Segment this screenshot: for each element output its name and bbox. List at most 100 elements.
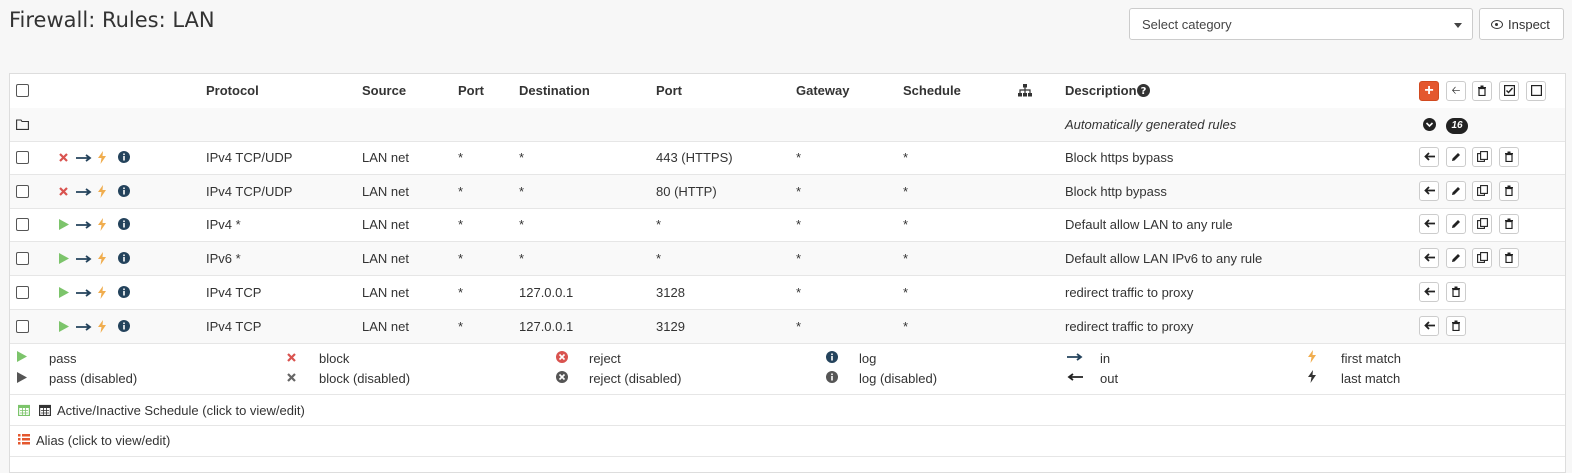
page-header: Firewall: Rules: LAN Select category Ins… <box>0 0 1572 58</box>
cell-source: LAN net <box>362 318 409 334</box>
cell-port: * <box>458 150 464 165</box>
arrow-left-icon <box>1423 320 1435 330</box>
log-info-icon[interactable] <box>118 319 130 332</box>
cell-dest-port: * <box>656 217 662 233</box>
table-row[interactable]: IPv4 TCP LAN net * 127.0.0.1 3129 * * redirect … <box>10 309 1565 344</box>
move-rule-button[interactable] <box>1419 147 1439 167</box>
edit-rule-button[interactable] <box>1446 214 1466 235</box>
chevron-down-icon <box>1454 23 1462 28</box>
log-info-icon[interactable] <box>118 285 130 298</box>
delete-rule-button[interactable] <box>1499 248 1519 269</box>
row-checkbox[interactable] <box>16 285 29 299</box>
legend-last-match: last match <box>1341 371 1401 386</box>
legend-out: out <box>1100 371 1119 386</box>
direction-in-icon <box>76 154 92 162</box>
info-circle-disabled-icon <box>826 371 838 383</box>
cell-destination: * <box>519 150 525 165</box>
legend-log: log <box>859 351 877 366</box>
cell-source: LAN net <box>362 284 409 300</box>
enable-selected-button[interactable] <box>1499 81 1519 101</box>
arrow-left-icon <box>1067 373 1083 381</box>
pass-icon[interactable] <box>59 286 69 298</box>
page-title: Firewall: Rules: LAN <box>9 8 215 32</box>
pass-icon[interactable] <box>59 320 69 332</box>
edit-rule-button[interactable] <box>1446 147 1466 167</box>
delete-rule-button[interactable] <box>1446 281 1466 302</box>
schedule-legend: Active/Inactive Schedule (click to view/… <box>10 395 1565 425</box>
pencil-icon <box>1452 186 1460 195</box>
inspect-button[interactable]: Inspect <box>1479 8 1564 40</box>
question-circle-icon[interactable]: ? <box>1137 84 1150 97</box>
move-rule-button[interactable] <box>1419 214 1439 235</box>
table-row[interactable]: IPv4 TCP LAN net * 127.0.0.1 3128 * * redirect … <box>10 276 1565 310</box>
edit-rule-button[interactable] <box>1446 180 1466 201</box>
block-icon[interactable] <box>59 186 68 196</box>
copy-icon <box>1476 151 1488 162</box>
direction-in-icon <box>76 221 92 230</box>
row-checkbox[interactable] <box>16 218 29 232</box>
alias-legend-label: Alias (click to view/edit) <box>36 433 171 448</box>
copy-rule-button[interactable] <box>1472 214 1492 235</box>
legend-reject: reject <box>589 351 621 366</box>
direction-in-icon <box>76 289 92 297</box>
arrow-left-icon <box>1423 219 1435 229</box>
move-rule-button[interactable] <box>1419 315 1439 336</box>
header-schedule: Schedule <box>903 83 961 98</box>
delete-rule-button[interactable] <box>1499 214 1519 235</box>
cell-port: * <box>458 251 464 267</box>
table-row[interactable]: IPv4 TCP/UDP LAN net * * 80 (HTTP) * * Block ht… <box>10 174 1565 209</box>
table-row[interactable]: IPv6 * LAN net * * * * * Default allow LAN IPv6… <box>10 242 1565 277</box>
trash-icon <box>1478 85 1486 97</box>
play-disabled-icon <box>17 372 27 383</box>
bolt-icon <box>1308 350 1316 363</box>
cell-protocol: IPv4 TCP <box>206 284 262 300</box>
log-info-icon[interactable] <box>118 218 130 231</box>
row-checkbox[interactable] <box>16 151 29 164</box>
add-rule-button[interactable]: + <box>1419 81 1439 101</box>
log-info-icon[interactable] <box>118 252 130 265</box>
trash-icon <box>1505 185 1513 196</box>
pass-icon[interactable] <box>59 253 69 265</box>
move-rule-button[interactable] <box>1419 248 1439 269</box>
legend-log-disabled: log (disabled) <box>859 371 938 386</box>
table-row[interactable]: IPv4 * LAN net * * * * * Default allow LAN to a… <box>10 208 1565 243</box>
move-rule-button[interactable] <box>1419 281 1439 302</box>
cell-protocol: IPv4 TCP <box>206 318 262 334</box>
move-selected-button[interactable]: 🡠 <box>1446 81 1466 101</box>
copy-rule-button[interactable] <box>1472 248 1492 269</box>
select-all-checkbox[interactable] <box>16 84 29 97</box>
delete-rule-button[interactable] <box>1499 147 1519 167</box>
edit-rule-button[interactable] <box>1446 248 1466 269</box>
cell-destination: * <box>519 217 525 233</box>
disable-selected-button[interactable] <box>1526 81 1546 101</box>
move-rule-button[interactable] <box>1419 180 1439 201</box>
delete-rule-button[interactable] <box>1446 315 1466 336</box>
auto-rules-row[interactable]: Automatically generated rules 16 <box>10 108 1565 142</box>
trash-icon <box>1452 286 1460 297</box>
cell-protocol: IPv4 TCP/UDP <box>206 183 293 199</box>
copy-icon <box>1476 184 1488 196</box>
copy-rule-button[interactable] <box>1472 147 1492 167</box>
log-info-icon[interactable] <box>118 184 130 197</box>
alias-legend: Alias (click to view/edit) <box>10 426 1565 456</box>
row-checkbox[interactable] <box>16 252 29 266</box>
row-checkbox[interactable] <box>16 184 29 198</box>
calendar-active-icon <box>18 404 30 416</box>
cell-gateway: * <box>796 183 802 199</box>
cell-source: LAN net <box>362 251 409 267</box>
delete-selected-button[interactable] <box>1472 81 1492 101</box>
copy-icon <box>1476 218 1488 230</box>
table-row[interactable]: IPv4 TCP/UDP LAN net * * 443 (HTTPS) * * Block … <box>10 141 1565 175</box>
block-icon[interactable] <box>59 153 68 162</box>
delete-rule-button[interactable] <box>1499 180 1519 201</box>
auto-rules-description: Automatically generated rules <box>1065 117 1237 132</box>
pass-icon[interactable] <box>59 219 69 231</box>
square-icon <box>1530 85 1542 97</box>
category-select[interactable]: Select category <box>1129 8 1473 40</box>
log-info-icon[interactable] <box>118 151 130 163</box>
cell-schedule: * <box>903 217 909 233</box>
copy-rule-button[interactable] <box>1472 180 1492 201</box>
chevron-circle-down-icon[interactable] <box>1423 118 1436 131</box>
arrow-right-icon <box>1067 353 1083 361</box>
row-checkbox[interactable] <box>16 319 29 333</box>
